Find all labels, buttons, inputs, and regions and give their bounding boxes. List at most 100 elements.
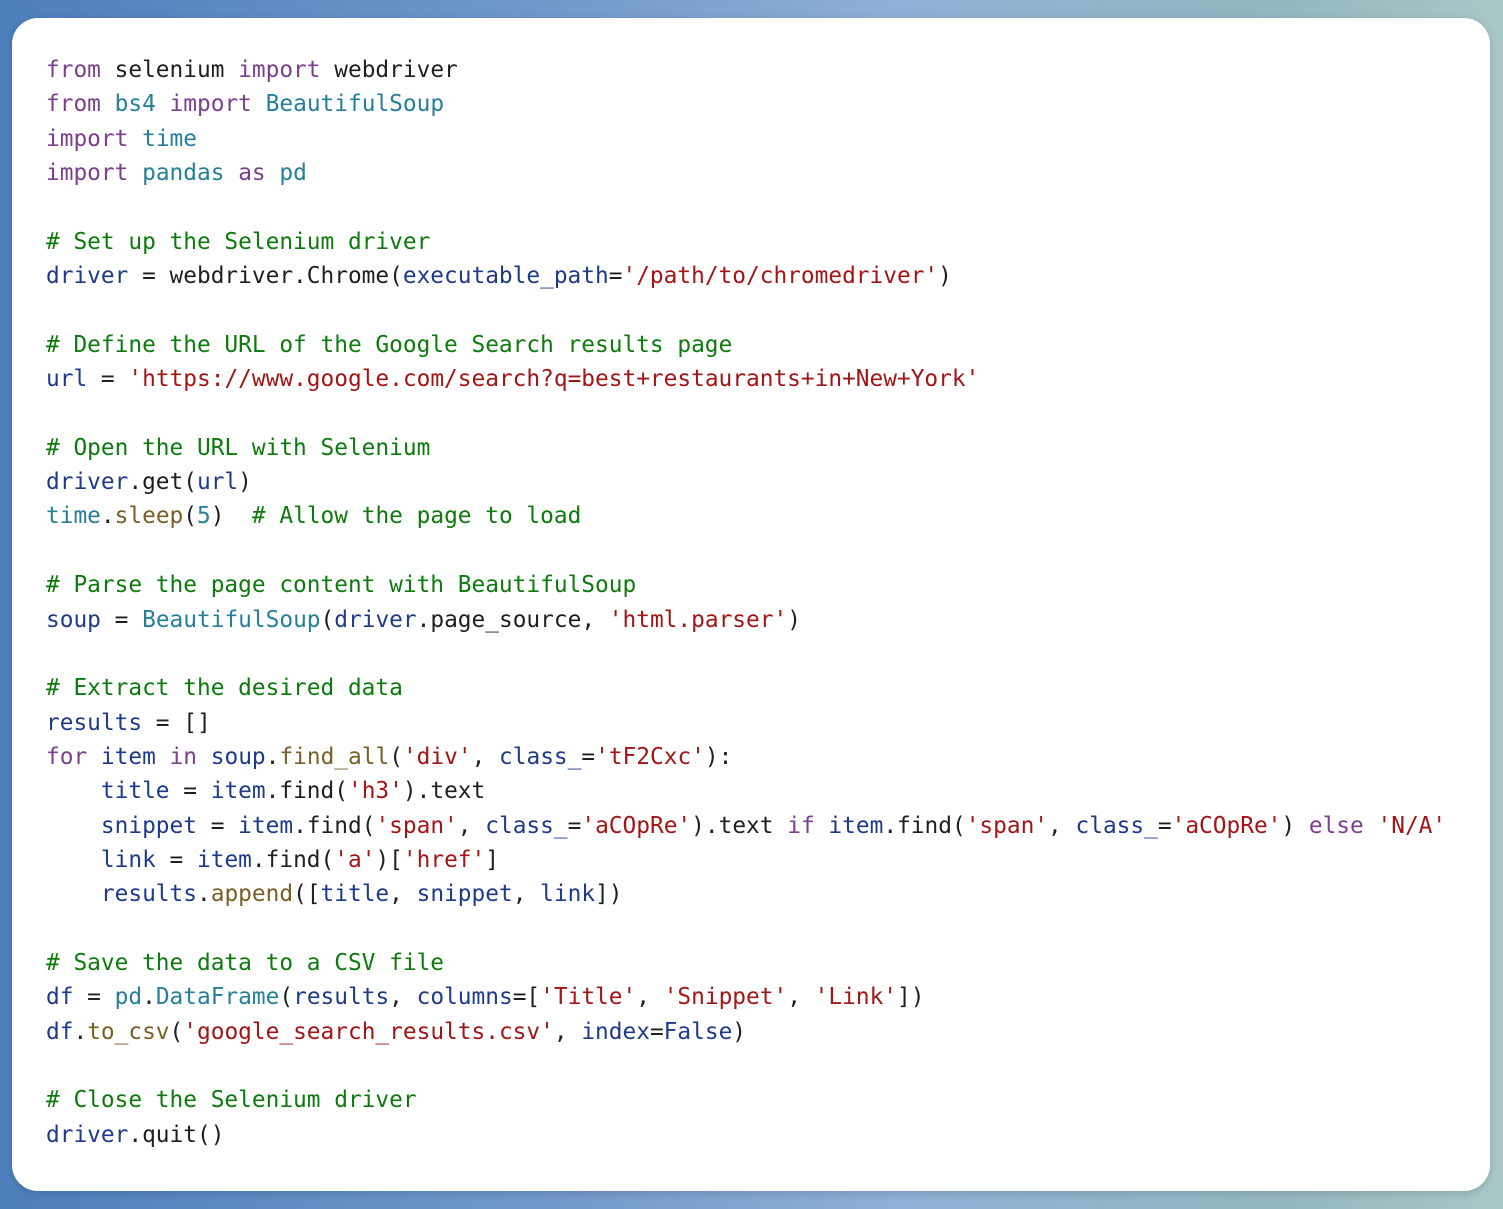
code-token: # Extract the desired data (46, 675, 403, 702)
code-token: append (210, 881, 294, 908)
code-token: # Save the data to a CSV file (46, 949, 445, 976)
code-token: for (46, 743, 88, 770)
code-token: . (73, 1018, 88, 1045)
code-token: , (389, 984, 417, 1011)
code-token: driver (46, 263, 129, 290)
code-token: ) (1281, 812, 1309, 839)
code-token: in (169, 743, 198, 770)
code-line: link = item.find('a')['href'] (46, 843, 1446, 877)
code-token: = (581, 743, 596, 770)
code-token: ( (320, 606, 335, 633)
code-token: ( (183, 503, 197, 530)
code-token: . (100, 503, 115, 530)
code-token: = (169, 778, 211, 805)
code-line: driver.quit() (46, 1118, 1446, 1152)
code-token: to_csv (87, 1018, 170, 1045)
code-token: , (389, 881, 417, 908)
code-token: ( (169, 1018, 184, 1045)
code-token: index (581, 1018, 650, 1045)
code-token: , (636, 984, 664, 1011)
code-token: soup (210, 743, 266, 770)
code-line: # Set up the Selenium driver (46, 225, 1446, 259)
code-token: soup (46, 606, 101, 633)
code-token: = webdriver.Chrome( (128, 263, 403, 290)
code-token: # Allow the page to load (251, 503, 582, 530)
code-token: pandas (142, 160, 225, 187)
code-token: . (142, 984, 156, 1011)
code-token: = (196, 812, 239, 839)
code-token: =[ (512, 984, 541, 1011)
code-line: # Define the URL of the Google Search re… (46, 328, 1446, 362)
code-line: # Extract the desired data (46, 671, 1446, 705)
code-token: .quit() (128, 1121, 225, 1148)
code-token: 'aCOpRe' (581, 812, 692, 839)
code-block: from selenium import webdriver from bs4 i… (46, 53, 1446, 1152)
code-token: sleep (114, 503, 184, 530)
code-token: selenium (100, 57, 239, 83)
code-token: bs4 (114, 91, 156, 118)
code-line: soup = BeautifulSoup(driver.page_source,… (46, 603, 1446, 637)
code-token: )[ (375, 846, 403, 873)
code-token: webdriver (320, 57, 458, 83)
code-token: results (46, 709, 143, 736)
code-token: ) (210, 503, 252, 530)
code-token: # Close the Selenium driver (46, 1087, 417, 1114)
code-line: url = 'https://www.google.com/search?q=b… (46, 362, 1446, 396)
code-token: snippet (416, 881, 513, 908)
code-token: link (540, 881, 596, 908)
code-token: ).text (402, 778, 486, 805)
code-token: from (46, 91, 101, 118)
code-line: df = pd.DataFrame(results, columns=['Tit… (46, 980, 1446, 1014)
code-line: # Close the Selenium driver (46, 1083, 1446, 1117)
code-token: ) (938, 263, 952, 290)
code-token: # Parse the page content with BeautifulS… (46, 572, 637, 599)
code-line: import time (46, 122, 1446, 156)
code-token: find_all (279, 743, 390, 770)
code-token: class_ (485, 812, 568, 839)
code-token: BeautifulSoup (265, 91, 445, 118)
code-token: ( (279, 984, 294, 1011)
code-line: from bs4 import BeautifulSoup (46, 87, 1446, 121)
code-token: ): (704, 743, 733, 770)
code-token: = (87, 366, 129, 393)
code-token: class_ (499, 743, 582, 770)
code-card: from selenium import webdriver from bs4 i… (12, 18, 1490, 1191)
code-token: 'h3' (347, 778, 403, 805)
code-token: 'Title' (540, 984, 637, 1011)
code-token: import (46, 160, 129, 187)
code-token: , (471, 743, 500, 770)
code-token: title (320, 881, 390, 908)
code-token: ] (485, 846, 499, 873)
code-token: import (46, 125, 129, 152)
code-token: ) (732, 1018, 747, 1045)
code-token: item (210, 778, 266, 805)
code-token: 'aCOpRe' (1171, 812, 1282, 839)
code-token: = (73, 984, 115, 1011)
code-token: .page_source, (416, 606, 609, 633)
code-token: = (649, 1018, 664, 1045)
code-token: item (238, 812, 294, 839)
code-line: for item in soup.find_all('div', class_=… (46, 740, 1446, 774)
code-token: import (169, 91, 252, 118)
code-token: # Define the URL of the Google Search re… (46, 331, 733, 358)
code-token: item (100, 743, 156, 770)
code-token: ) (787, 606, 801, 633)
code-token: .find( (883, 812, 966, 839)
code-token: .find( (265, 778, 348, 805)
code-token: if (787, 812, 815, 839)
